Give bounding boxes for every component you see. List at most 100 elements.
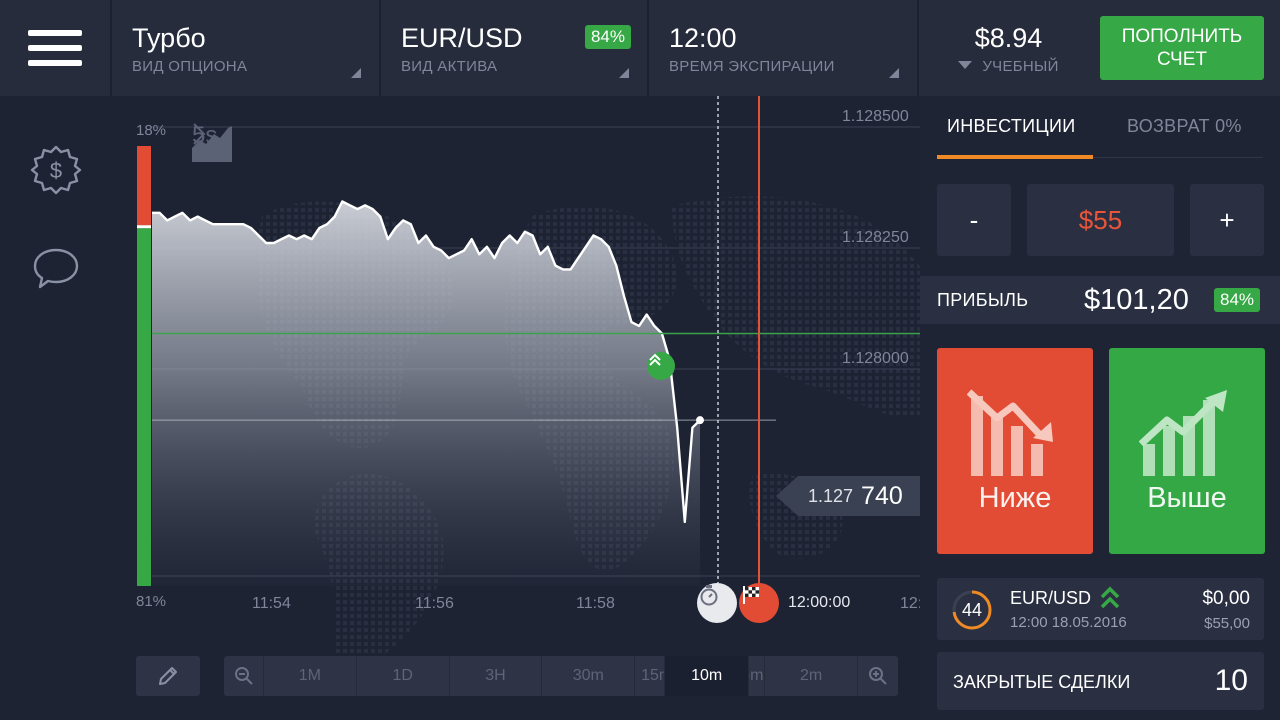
timeframe-1m[interactable]: 1M (264, 656, 357, 696)
top-bar: Турбо ВИД ОПЦИОНА EUR/USD ВИД АКТИВА 84%… (0, 0, 1280, 96)
sidebar-item-chat[interactable] (30, 242, 82, 294)
zoom-out-icon (234, 667, 253, 685)
expiry-time-label: 12:00:00 (788, 594, 851, 611)
asset-payout-badge: 84% (584, 25, 631, 49)
current-price-point (696, 416, 704, 425)
timeframe-15m[interactable]: 15m (635, 656, 666, 696)
sentiment-higher-pct: 81% (136, 593, 167, 610)
timeframe-15m-label: 15m (641, 667, 664, 684)
closed-deals-button[interactable]: ЗАКРЫТЫЕ СДЕЛКИ 10 (937, 652, 1264, 710)
stopwatch-marker[interactable] (697, 583, 737, 623)
price-level-label: 1.128000 (842, 350, 909, 367)
sentiment-lower-pct: 18% (136, 122, 167, 139)
tab-investments[interactable]: ИНВЕСТИЦИИ (947, 116, 1075, 137)
timeframe-bar: 1M 1D 3H 30m 15m 10m 5m 2m (224, 656, 898, 696)
balance-amount: $8.94 (974, 23, 1043, 53)
chevron-down-icon (958, 61, 973, 69)
entry-marker[interactable] (647, 352, 675, 380)
higher-button[interactable]: Выше (1109, 348, 1265, 554)
zoom-in-icon (868, 667, 887, 685)
tab-return[interactable]: ВОЗВРАТ 0% (1127, 116, 1242, 137)
option-type-caption: ВИД ОПЦИОНА (132, 58, 248, 75)
profit-row: ПРИБЫЛЬ $101,20 84% (920, 276, 1280, 324)
tabs-divider (1093, 157, 1263, 158)
price-level-label: 1.128250 (842, 229, 909, 246)
investment-amount-input[interactable]: $55 (1027, 184, 1174, 256)
dropdown-corner-icon (889, 68, 899, 78)
double-chevron-up-icon (1100, 586, 1120, 609)
zoom-in-button[interactable] (858, 656, 898, 696)
option-type-value: Турбо (132, 23, 206, 53)
deal-investment: $55,00 (1204, 615, 1250, 632)
trade-panel: ИНВЕСТИЦИИ ВОЗВРАТ 0% - $55 + ПРИБЫЛЬ $1… (920, 96, 1280, 720)
asset-selector[interactable]: EUR/USD ВИД АКТИВА 84% (383, 0, 649, 96)
expiry-value: 12:00 (669, 23, 737, 53)
menu-button[interactable] (0, 0, 112, 96)
closed-deals-label: ЗАКРЫТЫЕ СДЕЛКИ (953, 672, 1131, 692)
dropdown-corner-icon (351, 68, 361, 78)
increase-amount-button[interactable]: + (1190, 184, 1264, 256)
balance-type: УЧЕБНЫЙ (921, 58, 1096, 75)
timeframe-5m[interactable]: 5m (749, 656, 766, 696)
timeframe-10m[interactable]: 10m (665, 656, 750, 696)
time-axis-label: 12: (900, 595, 923, 612)
zoom-out-button[interactable] (224, 656, 264, 696)
double-chevron-up-icon (649, 353, 661, 366)
timeframe-1d[interactable]: 1D (357, 656, 450, 696)
expiry-caption: ВРЕМЯ ЭКСПИРАЦИИ (669, 58, 835, 75)
dropdown-corner-icon (619, 68, 629, 78)
timeframe-3h[interactable]: 3H (450, 656, 543, 696)
deal-timer-value: 44 (961, 599, 983, 620)
profit-percent-badge: 84% (1214, 288, 1261, 312)
current-price-suffix: 740 (861, 481, 903, 510)
lower-button[interactable]: Ниже (937, 348, 1093, 554)
deal-asset: EUR/USD (1010, 588, 1092, 608)
time-axis-label: 11:58 (576, 595, 615, 612)
asset-caption: ВИД АКТИВА (401, 58, 498, 75)
sentiment-lower-label: НИЖЕ (136, 146, 152, 193)
balance-type-label: УЧЕБНЫЙ (982, 58, 1059, 75)
trend-down-icon (967, 389, 1053, 476)
price-chart[interactable]: 5s 1.128500 1.128250 1.128000 18% НИЖЕ В… (112, 96, 923, 656)
option-type-selector[interactable]: Турбо ВИД ОПЦИОНА (114, 0, 381, 96)
sentiment-bar-higher (137, 228, 151, 586)
chevron-right-icon[interactable] (192, 122, 206, 146)
current-price-prefix: 1.127 (808, 485, 854, 506)
panel-tabs: ИНВЕСТИЦИИ ВОЗВРАТ 0% (937, 96, 1263, 160)
timeframe-2m[interactable]: 2m (765, 656, 858, 696)
expiry-selector[interactable]: 12:00 ВРЕМЯ ЭКСПИРАЦИИ (651, 0, 919, 96)
dollar-circle-icon: $ (30, 145, 82, 195)
deal-datetime: 12:00 18.05.2016 (1010, 614, 1127, 631)
higher-button-label: Выше (1147, 482, 1227, 514)
price-level-label: 1.128500 (842, 108, 909, 125)
trend-up-icon (1139, 390, 1227, 476)
pencil-icon (159, 667, 177, 685)
profit-value: $101,20 (1084, 284, 1189, 316)
svg-text:$: $ (50, 158, 62, 183)
chart-canvas (137, 96, 920, 656)
timeframe-30m[interactable]: 30m (542, 656, 636, 696)
profit-label: ПРИБЫЛЬ (937, 290, 1029, 310)
checkered-flag-icon (743, 586, 759, 604)
sidebar-item-finance[interactable]: $ (30, 144, 82, 196)
balance-selector[interactable]: $8.94 УЧЕБНЫЙ (921, 0, 1096, 96)
chat-bubble-icon (33, 248, 79, 289)
current-price-tag: 1.127 740 (776, 476, 920, 516)
timeframe-5m-label: 5m (749, 667, 764, 684)
time-axis-label: 11:56 (415, 595, 454, 612)
lower-button-label: Ниже (978, 482, 1052, 514)
active-tab-indicator (937, 155, 1093, 159)
hamburger-icon (28, 30, 82, 66)
decrease-amount-button[interactable]: - (937, 184, 1011, 256)
time-axis-label: 11:54 (252, 595, 291, 612)
open-deal-card[interactable]: 44 EUR/USD 12:00 18.05.2016 $0,00 $55,00 (937, 578, 1264, 640)
closed-deals-count: 10 (1214, 664, 1248, 697)
expiry-marker[interactable] (739, 583, 779, 623)
deposit-button[interactable]: ПОПОЛНИТЬ СЧЕТ (1100, 16, 1264, 80)
chart-toolbar: 5s (192, 122, 232, 162)
deal-payout: $0,00 (1202, 588, 1250, 609)
drawing-tools-button[interactable] (136, 656, 200, 696)
sentiment-higher-label: ВЫШЕ (136, 536, 152, 584)
stopwatch-icon (700, 585, 718, 606)
sentiment-bar-divider (137, 225, 151, 229)
